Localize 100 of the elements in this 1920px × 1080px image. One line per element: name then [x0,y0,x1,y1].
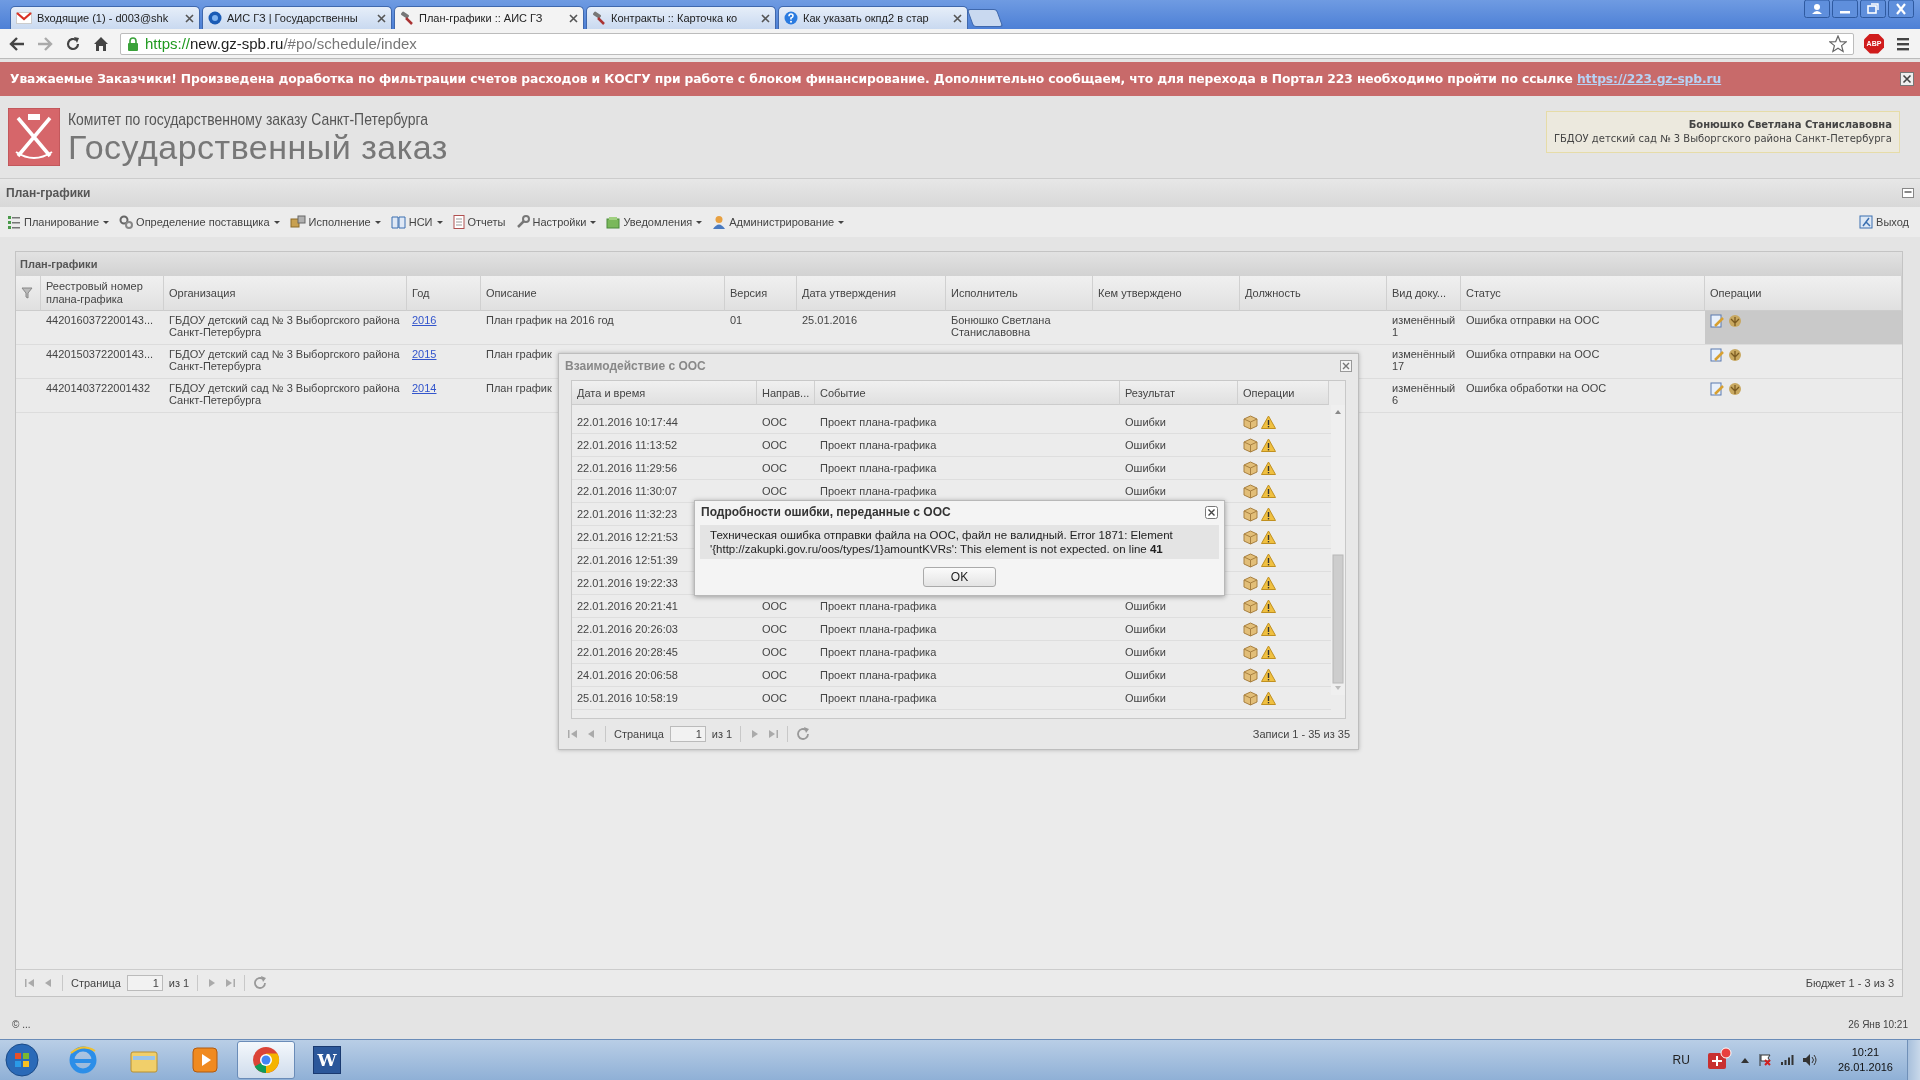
package-icon[interactable] [1243,667,1258,683]
browser-tab[interactable]: Входящие (1) - d003@shk [10,6,200,29]
close-icon[interactable] [569,13,578,23]
folder-icon [606,215,621,229]
show-desktop-button[interactable] [1907,1040,1920,1080]
browser-tab[interactable]: Как указать окпд2 в стар [778,6,968,29]
refresh-icon[interactable] [796,727,811,741]
ok-button[interactable]: OK [923,567,996,587]
menu-item[interactable]: НСИ [387,213,446,231]
package-icon[interactable] [1243,644,1258,660]
column-header[interactable]: Организация [164,276,407,311]
home-icon[interactable] [92,34,110,53]
package-icon[interactable] [1243,552,1258,568]
page-field[interactable]: 1 [126,975,163,991]
collapse-icon[interactable] [1902,188,1914,198]
column-header[interactable]: Операции [1238,381,1329,405]
package-icon[interactable] [1243,690,1258,706]
menu-item[interactable]: Планирование [4,213,113,231]
browser-tab[interactable]: АИС ГЗ | Государственны [202,6,392,29]
close-icon[interactable] [1900,72,1914,86]
close-icon[interactable] [1888,0,1914,18]
menu-item[interactable]: Отчеты [449,213,509,231]
page-field[interactable]: 1 [669,726,706,742]
menu-item[interactable]: Администрирование [709,213,848,231]
close-icon[interactable] [1205,505,1218,519]
section-title: План-графики [6,186,91,200]
table-cell: Ошибка отправки на ООС [1461,345,1705,379]
year-link[interactable]: 2014 [412,382,437,394]
column-header[interactable]: Результат [1120,381,1238,405]
minimize-icon[interactable] [1832,0,1858,18]
column-header[interactable]: Операции [1705,276,1902,311]
table-cell: Ошибки [1120,411,1238,434]
close-icon[interactable] [953,13,962,23]
column-header[interactable]: Статус [1461,276,1705,311]
start-icon[interactable] [5,1043,39,1077]
column-header[interactable]: Реестровый номер плана-графика [41,276,164,311]
user-icon[interactable] [1804,0,1830,18]
language-indicator[interactable]: RU [1672,1053,1690,1067]
column-header[interactable]: Описание [481,276,725,311]
taskbar-button[interactable]: W [298,1041,356,1079]
package-icon[interactable] [1243,506,1258,522]
column-header[interactable]: Версия [725,276,797,311]
last-page-icon[interactable] [224,977,237,989]
column-header[interactable]: Исполнитель [946,276,1093,311]
flag-icon[interactable] [1757,1053,1772,1067]
first-page-icon[interactable] [567,728,579,740]
list-icon [7,215,21,229]
last-page-icon[interactable] [767,728,780,740]
edit-document-icon[interactable] [1710,314,1724,328]
clock[interactable]: 10:21 26.01.2016 [1837,1045,1893,1075]
close-icon[interactable] [1340,360,1352,372]
package-icon[interactable] [1243,414,1258,430]
emblem-icon[interactable] [1728,314,1742,328]
close-icon[interactable] [185,13,194,23]
new-tab-button[interactable] [966,9,1004,27]
year-link[interactable]: 2015 [412,348,437,360]
browser-tab[interactable]: Контракты :: Карточка ко [586,6,776,29]
address-field[interactable]: https://new.gz-spb.ru/#po/schedule/index [120,32,1854,55]
signal-icon[interactable] [1779,1054,1794,1066]
browser-tab[interactable]: План-графики :: АИС ГЗ [394,6,584,29]
package-icon[interactable] [1243,621,1258,637]
forward-icon[interactable] [36,34,54,53]
back-icon[interactable] [8,34,26,53]
column-header[interactable]: Вид доку... [1387,276,1461,311]
caret-icon [590,220,597,224]
close-icon[interactable] [377,13,386,23]
emblem-icon[interactable] [1728,382,1742,396]
menu-item[interactable]: Определение поставщика [116,213,283,231]
star-icon[interactable] [1829,34,1847,53]
restore-icon[interactable] [1860,0,1886,18]
reload-icon[interactable] [64,34,82,53]
column-header[interactable]: Дата утверждения [797,276,946,311]
table-cell: 4420150372200143... [41,345,164,379]
refresh-icon[interactable] [253,976,268,990]
table-cell: Ошибки [1120,687,1238,710]
column-header[interactable]: Кем утверждено [1093,276,1240,311]
emblem-icon[interactable] [1728,348,1742,362]
first-page-icon[interactable] [24,977,36,989]
package-icon[interactable] [1243,598,1258,614]
package-icon[interactable] [1243,575,1258,591]
exit-button[interactable]: Выход [1856,213,1912,231]
close-icon[interactable] [761,13,770,23]
column-header[interactable]: Дата и время [572,381,757,405]
year-link[interactable]: 2016 [412,314,437,326]
column-header[interactable]: Должность [1240,276,1387,311]
filter-icon[interactable] [21,287,33,299]
menu-item[interactable]: Уведомления [603,213,706,231]
column-header[interactable]: Год [407,276,481,311]
package-icon[interactable] [1243,460,1258,476]
speaker-icon[interactable] [1801,1053,1818,1067]
package-icon[interactable] [1243,529,1258,545]
taskbar-button[interactable] [237,1041,295,1079]
menu-item[interactable]: Исполнение [286,213,384,231]
column-header[interactable]: Направ... [757,381,815,405]
warning-icon [1261,530,1276,544]
show-hidden-icon[interactable] [1739,1056,1750,1064]
package-icon[interactable] [1243,483,1258,499]
menu-item[interactable]: Настройки [512,213,600,231]
package-icon[interactable] [1243,437,1258,453]
column-header[interactable]: Событие [815,381,1120,405]
